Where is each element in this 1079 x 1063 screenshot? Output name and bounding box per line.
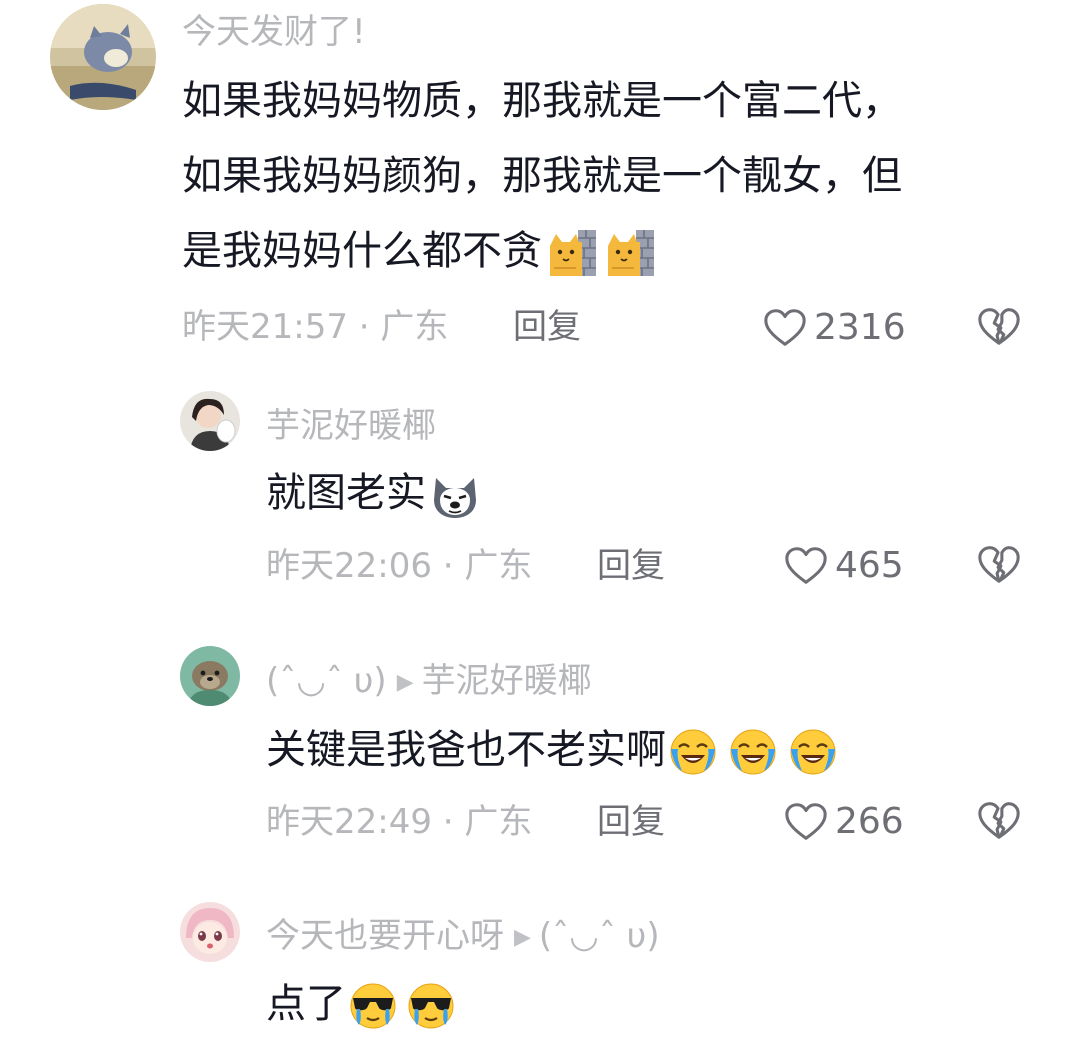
reply-item: 芋泥好暖椰 就图老实 昨天22:06 · 广东 回复 465 xyxy=(0,370,1079,630)
avatar[interactable] xyxy=(180,391,240,451)
username[interactable]: (ˆ◡ˆ υ) xyxy=(266,661,387,701)
comment-line: 是我妈妈什么都不贪 xyxy=(182,214,1042,289)
reply-item: 今天也要开心呀 ▶ (ˆ◡ˆ υ) 点了 xyxy=(0,892,1079,1063)
heart-outline-icon xyxy=(783,799,829,845)
reply-to-username[interactable]: 芋泥好暖椰 xyxy=(422,661,592,701)
comment-line-text: 是我妈妈什么都不贪 xyxy=(182,228,542,274)
username-line: (ˆ◡ˆ υ) ▶ 芋泥好暖椰 xyxy=(266,661,592,703)
reply-to-username[interactable]: (ˆ◡ˆ υ) xyxy=(539,916,660,956)
comment-text: 关键是我爸也不老实啊 xyxy=(266,713,838,788)
like-count: 266 xyxy=(835,801,904,842)
time-location: 昨天22:06 · 广东 xyxy=(266,546,533,586)
heart-outline-icon xyxy=(783,543,829,589)
triangle-right-icon: ▶ xyxy=(514,924,531,950)
time-location: 昨天21:57 · 广东 xyxy=(182,307,449,347)
avatar[interactable] xyxy=(180,646,240,706)
cool-tears-emoji-icon xyxy=(348,981,398,1031)
heart-outline-icon xyxy=(762,305,808,351)
anime-girl-avatar-image xyxy=(180,902,240,962)
cry-laugh-emoji-icon xyxy=(668,727,718,777)
avatar[interactable] xyxy=(50,4,156,110)
tom-cartoon-avatar-image xyxy=(50,4,156,110)
like-count: 2316 xyxy=(814,307,906,348)
like-count: 465 xyxy=(835,545,904,586)
reply-button[interactable]: 回复 xyxy=(597,802,665,842)
comment-text-content: 点了 xyxy=(266,981,346,1027)
comment-text: 点了 xyxy=(266,967,456,1042)
username-line: 今天也要开心呀 ▶ (ˆ◡ˆ υ) xyxy=(266,916,660,958)
comment-text: 如果我妈妈物质，那我就是一个富二代， 如果我妈妈颜狗，那我就是一个靓女，但 是我… xyxy=(182,64,1042,289)
reply-button[interactable]: 回复 xyxy=(597,546,665,586)
comment-line: 如果我妈妈物质，那我就是一个富二代， xyxy=(182,78,902,124)
comment-text-content: 关键是我爸也不老实啊 xyxy=(266,727,666,773)
comment-item: 今天发财了! 如果我妈妈物质，那我就是一个富二代， 如果我妈妈颜狗，那我就是一个… xyxy=(0,0,1079,370)
girl-photo-avatar-image xyxy=(180,391,240,451)
cry-laugh-emoji-icon xyxy=(788,727,838,777)
broken-heart-icon[interactable] xyxy=(976,303,1022,349)
comment-text: 就图老实 xyxy=(266,456,480,531)
cool-tears-emoji-icon xyxy=(406,981,456,1031)
reply-item: (ˆ◡ˆ υ) ▶ 芋泥好暖椰 关键是我爸也不老实啊 昨天22:49 · 广东 回复… xyxy=(0,630,1079,892)
comment-line: 如果我妈妈颜狗，那我就是一个靓女，但 xyxy=(182,153,902,199)
broken-heart-icon[interactable] xyxy=(976,541,1022,587)
avatar[interactable] xyxy=(180,902,240,962)
wall-cat-emoji-icon xyxy=(606,228,656,278)
comment-text-content: 就图老实 xyxy=(266,470,426,516)
like-button[interactable]: 2316 xyxy=(762,305,906,351)
triangle-right-icon: ▶ xyxy=(396,669,414,695)
time-location: 昨天22:49 · 广东 xyxy=(266,802,533,842)
broken-heart-icon[interactable] xyxy=(976,797,1022,843)
wall-cat-emoji-icon xyxy=(548,228,598,278)
username[interactable]: 芋泥好暖椰 xyxy=(266,406,436,446)
like-button[interactable]: 266 xyxy=(783,799,904,845)
username[interactable]: 今天也要开心呀 xyxy=(266,916,504,956)
husky-emoji-icon xyxy=(430,470,480,520)
like-button[interactable]: 465 xyxy=(783,543,904,589)
username[interactable]: 今天发财了! xyxy=(182,12,366,52)
cry-laugh-emoji-icon xyxy=(728,727,778,777)
reply-button[interactable]: 回复 xyxy=(513,307,581,347)
otter-avatar-image xyxy=(180,646,240,706)
